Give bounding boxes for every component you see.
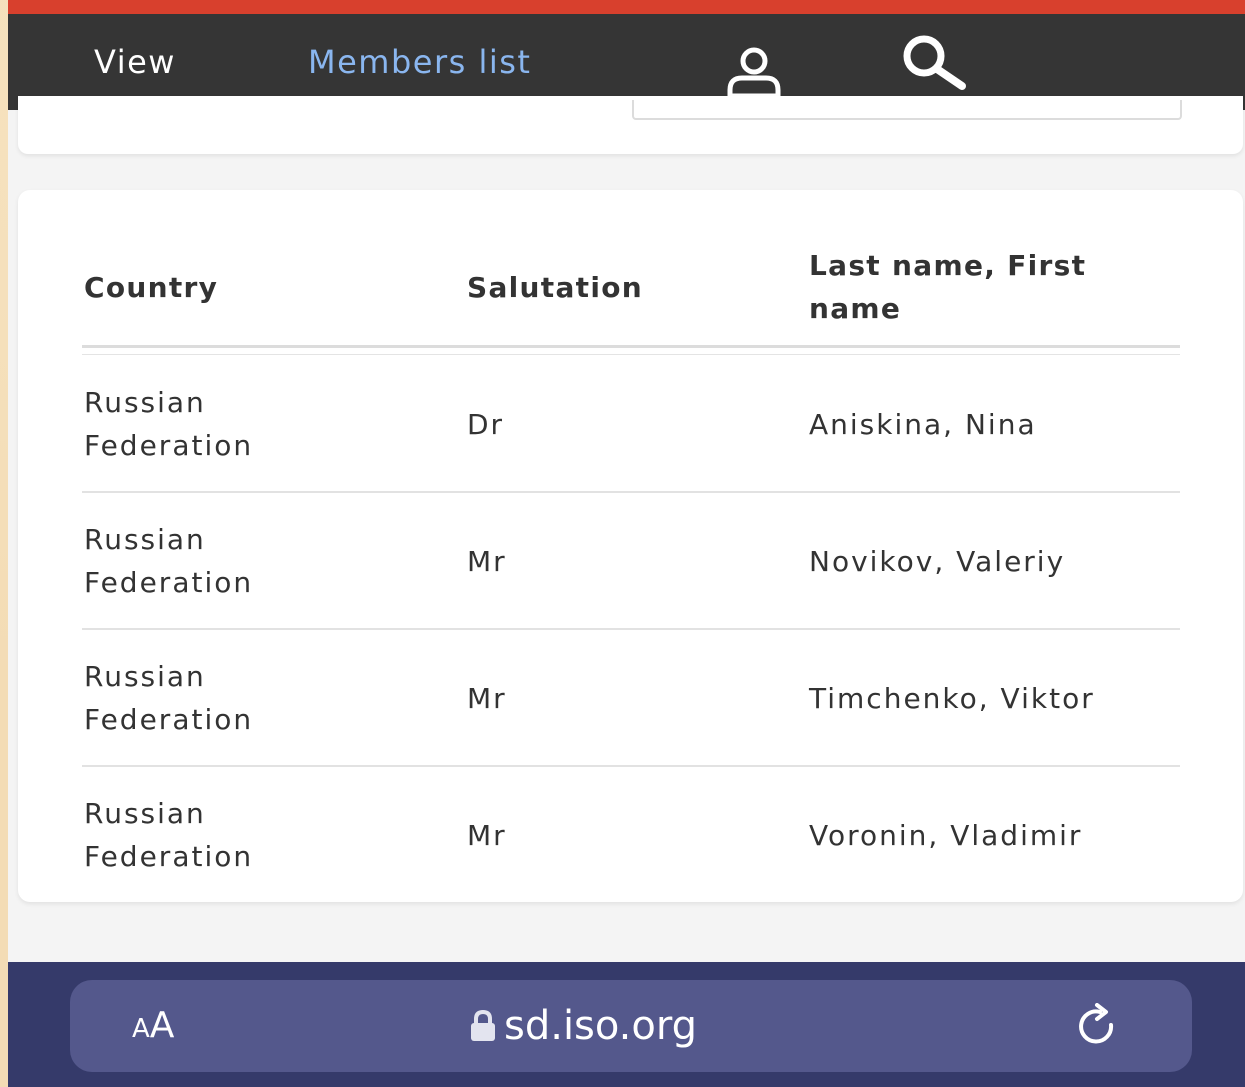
header-divider-secondary	[82, 354, 1180, 355]
cell-name[interactable]: Aniskina, Nina	[809, 403, 1037, 446]
phone-screen: View Members list Country Salutation Las…	[8, 0, 1245, 1087]
members-table-card: Country Salutation Last name, First name…	[18, 190, 1243, 902]
reload-icon[interactable]	[1073, 1003, 1123, 1051]
url-text: sd.iso.org	[504, 1003, 697, 1049]
url-pill[interactable]: AA sd.iso.org	[70, 980, 1192, 1072]
table-row: Russian Federation Mr Novikov, Valeriy	[82, 493, 1180, 630]
text-size-large-glyph: A	[149, 1005, 175, 1046]
header-divider	[82, 345, 1180, 348]
cell-name[interactable]: Voronin, Vladimir	[809, 814, 1082, 857]
cell-name[interactable]: Timchenko, Viktor	[809, 677, 1095, 720]
browser-address-bar: AA sd.iso.org	[8, 962, 1245, 1087]
lock-icon	[471, 1009, 495, 1041]
table-row: Russian Federation Mr Timchenko, Viktor	[82, 630, 1180, 767]
text-size-small-glyph: A	[132, 1014, 150, 1044]
cell-salutation: Dr	[467, 408, 505, 441]
cell-salutation: Mr	[467, 545, 507, 578]
cell-salutation: Mr	[467, 682, 507, 715]
filter-card	[18, 96, 1243, 154]
column-header-salutation[interactable]: Salutation	[467, 266, 643, 309]
table-row: Russian Federation Mr Voronin, Vladimir	[82, 767, 1180, 904]
cell-name[interactable]: Novikov, Valeriy	[809, 540, 1065, 583]
cell-country: Russian Federation	[84, 797, 254, 873]
filter-field[interactable]	[632, 100, 1182, 120]
cell-country: Russian Federation	[84, 660, 254, 736]
url-display[interactable]: sd.iso.org	[468, 980, 697, 1072]
cell-country: Russian Federation	[84, 523, 254, 599]
column-header-country[interactable]: Country	[84, 266, 218, 309]
user-icon[interactable]	[724, 44, 784, 100]
column-header-name[interactable]: Last name, First name	[809, 244, 1169, 330]
cell-country: Russian Federation	[84, 386, 254, 462]
table-row: Russian Federation Dr Aniskina, Nina	[82, 356, 1180, 493]
search-icon[interactable]	[896, 34, 972, 92]
top-accent-strip	[8, 0, 1245, 14]
cell-salutation: Mr	[467, 819, 507, 852]
text-size-button[interactable]: AA	[132, 980, 174, 1072]
